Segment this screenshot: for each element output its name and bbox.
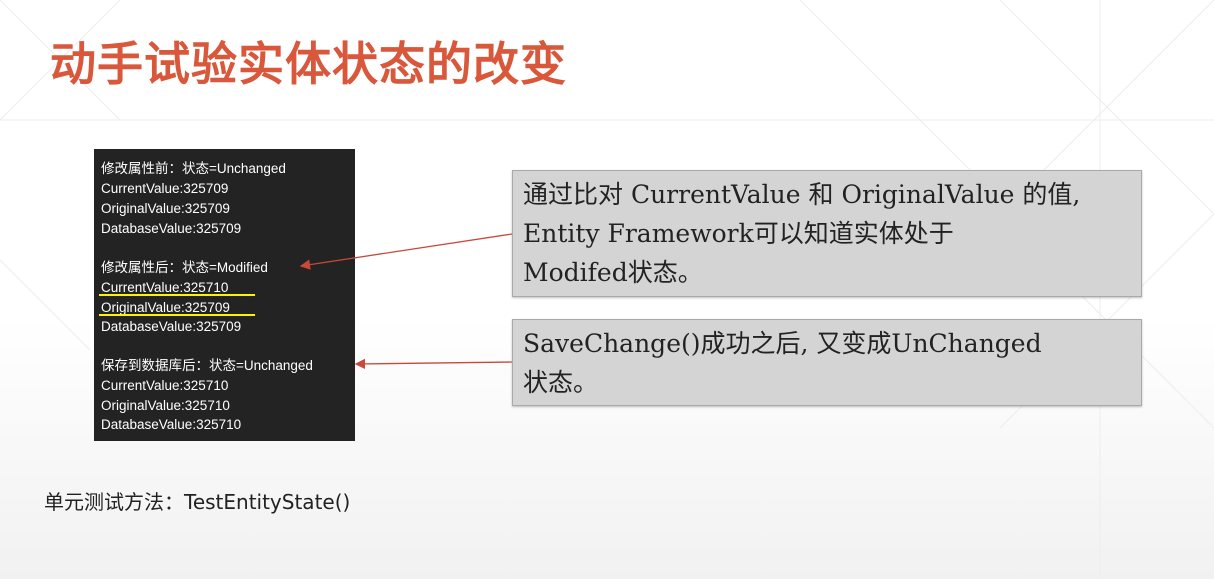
highlight-underline xyxy=(99,314,255,316)
console-line: CurrentValue:325710 xyxy=(101,378,229,393)
page-title: 动手试验实体状态的改变 xyxy=(50,37,567,91)
console-line: 修改属性前：状态=Unchanged xyxy=(101,161,286,176)
console-line: OriginalValue:325710 xyxy=(101,398,230,413)
unit-test-note: 单元测试方法：TestEntityState() xyxy=(44,490,351,514)
console-line: OriginalValue:325709 xyxy=(101,201,230,216)
callout-text: Modifed状态。 xyxy=(523,258,703,287)
console-line: DatabaseValue:325709 xyxy=(101,319,242,334)
highlight-underline xyxy=(99,294,255,296)
callout-text: 状态。 xyxy=(523,368,599,397)
callout-modified-explanation: 通过比对 CurrentValue 和 OriginalValue 的值, En… xyxy=(512,170,1142,297)
console-line: DatabaseValue:325710 xyxy=(101,417,242,432)
console-line: DatabaseValue:325709 xyxy=(101,221,242,236)
callout-text: 通过比对 CurrentValue 和 OriginalValue 的值, xyxy=(523,180,1081,209)
console-line: CurrentValue:325709 xyxy=(101,181,229,196)
callout-text: Entity Framework可以知道实体处于 xyxy=(523,219,954,248)
callout-text: SaveChange()成功之后, 又变成UnChanged xyxy=(523,329,1042,358)
callout-unchanged-explanation: SaveChange()成功之后, 又变成UnChanged 状态。 xyxy=(512,319,1142,406)
console-line: 修改属性后：状态=Modified xyxy=(101,260,268,275)
console-line: 保存到数据库后：状态=Unchanged xyxy=(101,358,313,373)
console-output-panel: 修改属性前：状态=Unchanged CurrentValue:325709 O… xyxy=(94,149,355,441)
